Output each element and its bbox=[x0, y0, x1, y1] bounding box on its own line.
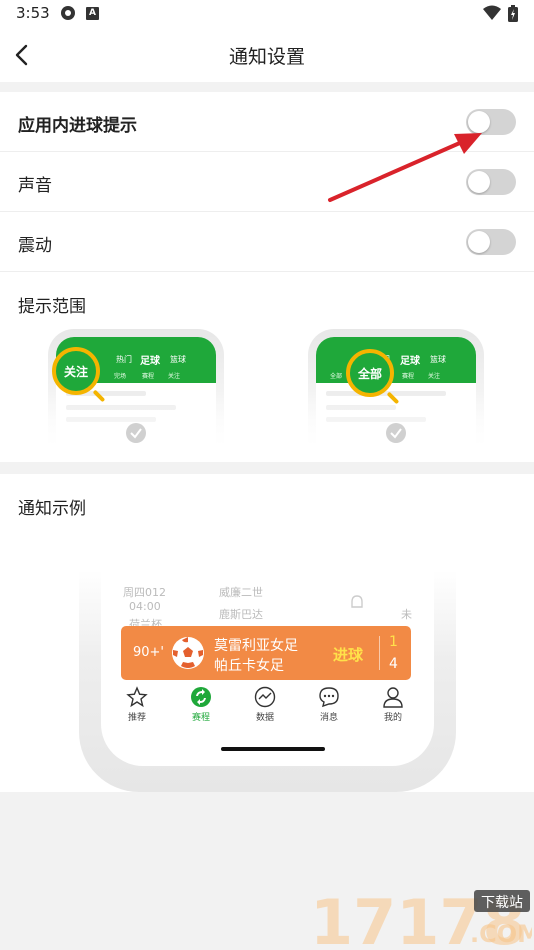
score-divider bbox=[379, 636, 380, 670]
preview-tab-active: 足球 bbox=[400, 356, 420, 367]
user-icon bbox=[383, 687, 403, 708]
chart-icon bbox=[254, 686, 276, 708]
setting-row-vibrate: 震动 bbox=[0, 212, 534, 272]
preview-tab: 篮球 bbox=[430, 355, 446, 364]
page-title: 通知设置 bbox=[228, 46, 305, 68]
range-option-all[interactable]: 热门 足球 篮球 全部 赛程 关注 全部 bbox=[308, 329, 484, 449]
battery-charging-icon bbox=[508, 5, 518, 22]
preview-header: 热门 足球 篮球 全部 赛程 关注 bbox=[316, 337, 476, 383]
range-title: 提示范围 bbox=[18, 297, 86, 317]
tab-profile[interactable]: 我的 bbox=[373, 686, 413, 723]
tab-data[interactable]: 数据 bbox=[245, 686, 285, 723]
wifi-icon bbox=[483, 5, 501, 20]
preview-sub: 赛程 bbox=[142, 373, 155, 380]
magnifier-icon: 关注 bbox=[52, 347, 106, 403]
magnifier-label: 全部 bbox=[357, 367, 382, 381]
match-home-team: 威廉二世 bbox=[219, 586, 263, 599]
preview-tab: 篮球 bbox=[170, 355, 186, 364]
tab-label: 推荐 bbox=[127, 713, 146, 723]
tab-label: 消息 bbox=[319, 713, 338, 723]
match-time: 04:00 bbox=[129, 600, 161, 613]
site-watermark-logo: 17178 下载站 .COM bbox=[310, 886, 532, 950]
home-team-name: 莫雷利亚女足 bbox=[214, 638, 298, 654]
preview-sub: 关注 bbox=[168, 373, 181, 380]
tab-recommend[interactable]: 推荐 bbox=[117, 686, 157, 723]
star-icon bbox=[126, 686, 148, 708]
goal-label: 进球 bbox=[333, 646, 364, 664]
preview-sub: 关注 bbox=[428, 373, 441, 380]
goal-alert-label: 应用内进球提示 bbox=[18, 116, 137, 136]
sound-label: 声音 bbox=[18, 176, 52, 196]
watermark-domain: .COM bbox=[470, 920, 532, 948]
match-status: 未 bbox=[401, 608, 412, 621]
tab-schedule[interactable]: 赛程 bbox=[181, 686, 221, 723]
annotation-arrow-icon bbox=[328, 133, 482, 202]
preview-sub: 完场 bbox=[114, 373, 127, 380]
magnifier-label: 关注 bbox=[63, 365, 88, 379]
away-team-name: 帕丘卡女足 bbox=[214, 658, 284, 674]
home-score: 1 bbox=[389, 634, 398, 650]
watermark-badge: 下载站 bbox=[481, 895, 523, 911]
example-phone: 周四012 04:00 荷兰杯 威廉二世 鹿斯巴达 未 推荐 赛程 数据 消息 … bbox=[79, 570, 456, 792]
unselected-check-icon bbox=[126, 423, 146, 443]
match-away-team: 鹿斯巴达 bbox=[219, 608, 263, 621]
tab-label: 数据 bbox=[255, 713, 274, 723]
soccer-ball-icon bbox=[172, 637, 204, 669]
match-day: 周四012 bbox=[123, 586, 166, 599]
home-indicator bbox=[221, 747, 325, 751]
magnifier-icon: 全部 bbox=[346, 349, 400, 405]
vibrate-label: 震动 bbox=[18, 236, 52, 256]
message-icon bbox=[319, 687, 339, 708]
away-score: 4 bbox=[389, 656, 398, 672]
match-minute: 90+' bbox=[133, 645, 165, 660]
tab-messages[interactable]: 消息 bbox=[309, 686, 349, 723]
settings-gear-icon bbox=[61, 6, 75, 20]
tab-label: 赛程 bbox=[191, 713, 210, 723]
vibrate-toggle[interactable] bbox=[466, 229, 516, 255]
nav-bar: 通知设置 bbox=[0, 28, 534, 82]
status-bar: 3:53 A bbox=[0, 0, 534, 28]
preview-sub: 全部 bbox=[330, 373, 343, 380]
range-option-follow[interactable]: 热门 足球 篮球 完场 赛程 关注 关注 bbox=[48, 329, 224, 449]
preview-tab-active: 足球 bbox=[140, 356, 160, 367]
toggle-knob bbox=[468, 231, 490, 253]
tab-label: 我的 bbox=[383, 713, 402, 723]
preview-sub: 赛程 bbox=[402, 373, 415, 380]
preview-tab: 热门 bbox=[116, 355, 132, 364]
unselected-check-icon bbox=[386, 423, 406, 443]
goal-notification-banner[interactable]: 90+' 莫雷利亚女足 帕丘卡女足 进球 1 4 bbox=[121, 626, 411, 680]
refresh-icon bbox=[191, 687, 211, 707]
notification-a-icon: A bbox=[86, 7, 99, 20]
example-title: 通知示例 bbox=[18, 499, 86, 519]
status-time: 3:53 bbox=[16, 4, 50, 22]
example-tabbar: 推荐 赛程 数据 消息 我的 bbox=[101, 686, 434, 734]
bell-icon bbox=[351, 595, 363, 608]
